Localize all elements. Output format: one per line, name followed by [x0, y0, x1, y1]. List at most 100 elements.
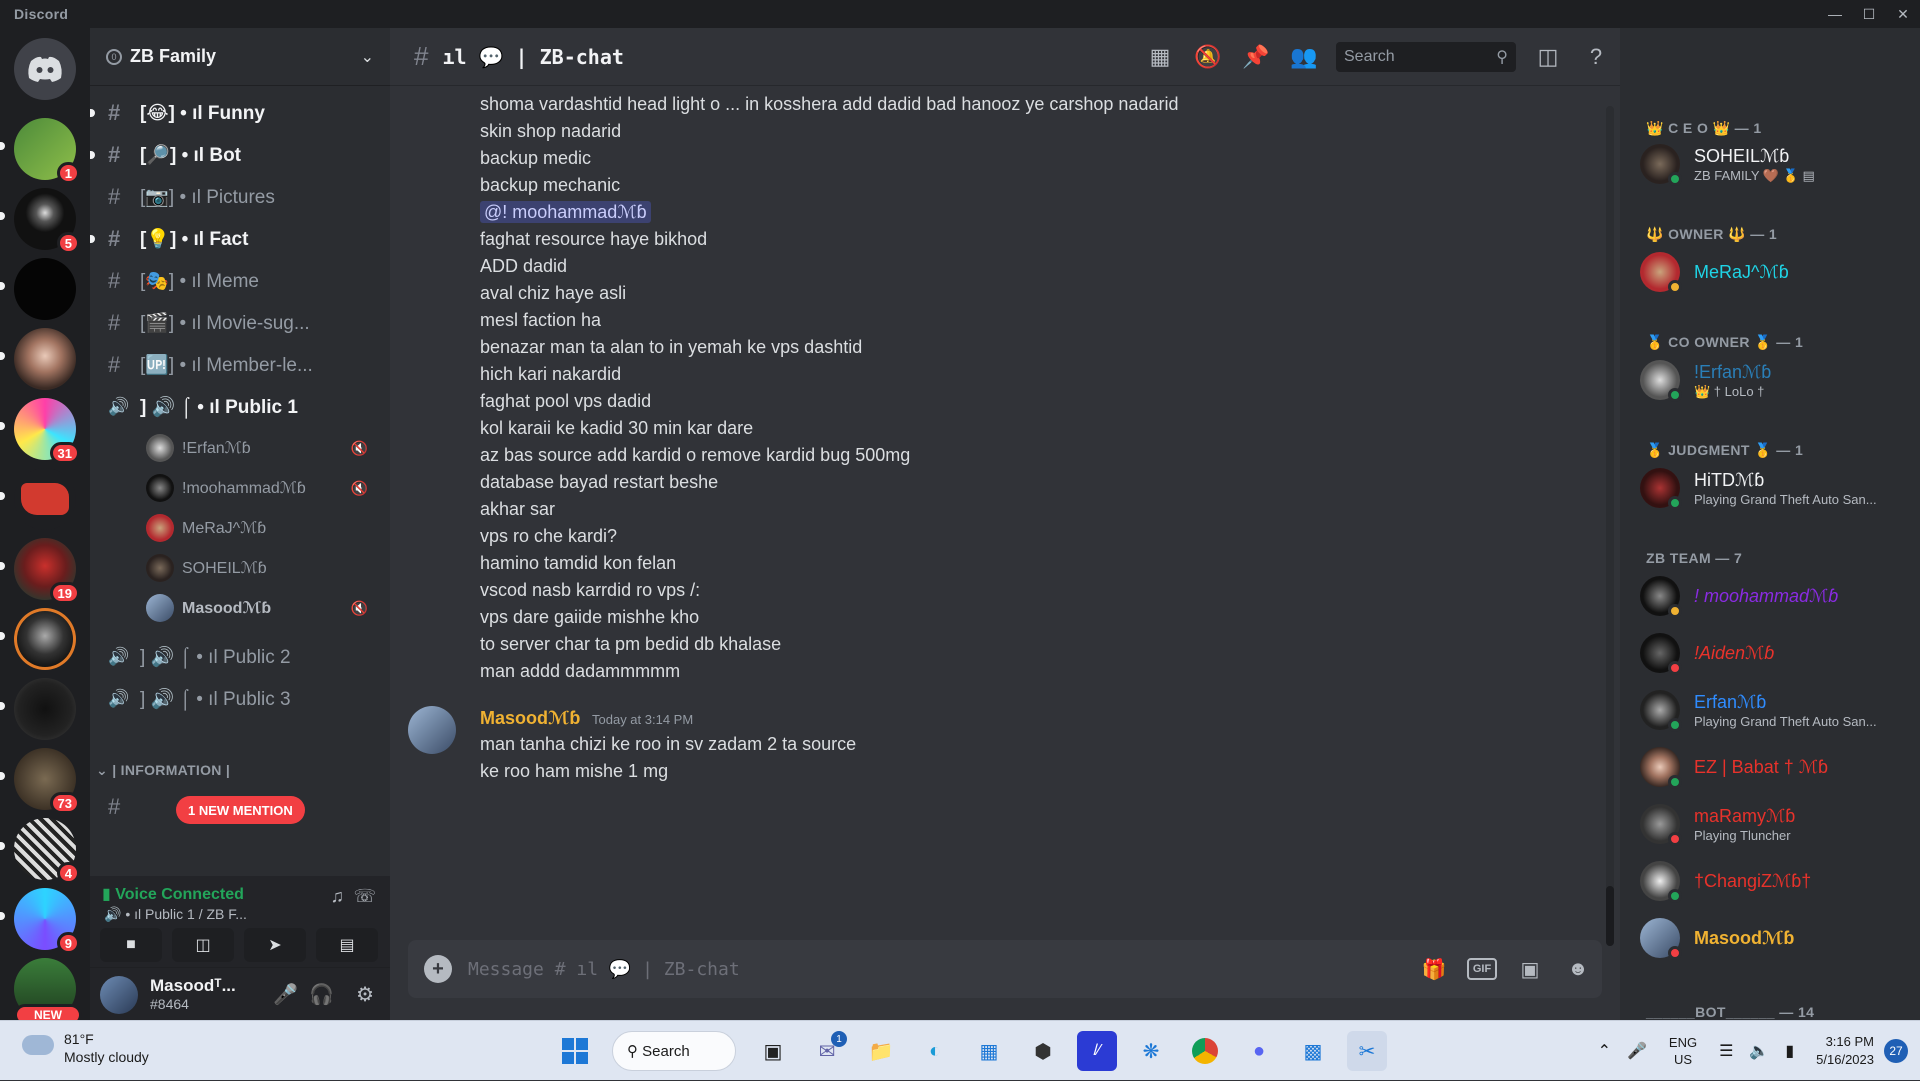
volume-icon[interactable]: 🔈 — [1749, 1041, 1769, 1061]
inbox-icon[interactable]: ◫ — [1524, 44, 1572, 70]
pin-icon[interactable]: 📌 — [1232, 44, 1280, 70]
close-icon[interactable]: ✕ — [1886, 0, 1920, 28]
task-view-icon[interactable]: ▣ — [753, 1031, 793, 1071]
member-item[interactable]: HiTDℳɓ Playing Grand Theft Auto San... — [1640, 464, 1920, 514]
voice-user[interactable]: MeRaJ^ℳɓ — [146, 510, 386, 546]
new-mention-pill[interactable]: 1 NEW MENTION — [176, 796, 305, 824]
member-item[interactable]: ! moohammadℳɓ — [1640, 572, 1920, 622]
server-icon[interactable]: 31 — [14, 398, 80, 464]
server-icon[interactable] — [14, 468, 76, 530]
channel-member-level[interactable]: # [🆙] • ıl Member-le... — [90, 346, 390, 384]
voice-channel-public-1[interactable]: 🔊] 🔊 ⌠ • ıl Public 1 — [90, 388, 390, 426]
language-indicator[interactable]: ENG US — [1669, 1034, 1697, 1068]
voice-channel-public-2[interactable]: 🔊] 🔊 ⌠ • ıl Public 2 — [90, 638, 390, 676]
search-input[interactable]: Search ⚲ — [1336, 42, 1516, 72]
mute-mic-icon[interactable]: 🎤 — [273, 982, 298, 1007]
wifi-icon[interactable]: ☰ — [1719, 1041, 1733, 1061]
headphones-icon[interactable]: 🎧 — [309, 982, 334, 1007]
server-icon[interactable]: 4 — [14, 818, 80, 884]
voice-channel-public-3[interactable]: 🔊] 🔊 ⌠ • ıl Public 3 — [90, 680, 390, 718]
category-information[interactable]: ⌄ | INFORMATION | — [96, 762, 230, 779]
camera-button[interactable]: ■ — [100, 928, 162, 962]
attach-plus-icon[interactable]: + — [424, 955, 452, 983]
member-item[interactable]: SOHEILℳɓ ZB FAMILY 🤎 🥇 ▤ — [1640, 140, 1920, 190]
sticker-icon[interactable]: ▣ — [1506, 957, 1554, 982]
server-icon[interactable] — [14, 608, 76, 670]
windows-start-icon[interactable] — [555, 1031, 595, 1071]
edge-browser-icon[interactable]: ◐ — [915, 1031, 955, 1071]
notification-bell-icon[interactable]: 🔕 — [1184, 44, 1232, 70]
member-item[interactable]: Masoodℳɓ — [1640, 914, 1920, 964]
server-icon[interactable] — [14, 678, 76, 740]
disconnect-icon[interactable]: ☏ — [353, 886, 376, 907]
server-icon[interactable]: NEW — [14, 958, 82, 1020]
home-button[interactable] — [14, 38, 76, 100]
soundboard-button[interactable]: ▤ — [316, 928, 378, 962]
member-item[interactable]: EZ | Babat † ℳɓ — [1640, 743, 1920, 793]
channel-funny[interactable]: # [😂] • ıl Funny — [90, 94, 390, 132]
server-icon[interactable] — [14, 258, 76, 320]
taskbar-search[interactable]: ⚲ Search — [612, 1031, 736, 1071]
server-icon[interactable]: 19 — [14, 538, 80, 604]
server-header[interactable]: 0 ZB Family ⌄ — [90, 28, 390, 86]
avatar[interactable] — [100, 976, 138, 1014]
game-app-icon[interactable]: ⬢ — [1023, 1031, 1063, 1071]
emoji-icon[interactable]: ☻ — [1554, 958, 1602, 981]
server-icon[interactable] — [14, 328, 76, 390]
server-icon[interactable]: 73 — [14, 748, 80, 814]
code-app-icon[interactable]: /∕ — [1077, 1031, 1117, 1071]
hash-icon: # — [414, 41, 429, 71]
activities-button[interactable]: ➤ — [244, 928, 306, 962]
microphone-icon[interactable]: 🎤 — [1627, 1041, 1647, 1061]
vpn-app-icon[interactable]: ❋ — [1131, 1031, 1171, 1071]
member-item[interactable]: !Aidenℳɓ — [1640, 629, 1920, 679]
clock[interactable]: 3:16 PM 5/16/2023 — [1816, 1033, 1874, 1069]
snipping-tool-icon[interactable]: ✂ — [1347, 1031, 1387, 1071]
member-name: ! moohammadℳɓ — [1694, 586, 1839, 606]
message-input[interactable]: Message # ıl 💬 | ZB-chat — [468, 959, 1410, 980]
chrome-icon[interactable] — [1185, 1031, 1225, 1071]
maximize-icon[interactable]: ☐ — [1852, 0, 1886, 28]
server-icon[interactable]: 9 — [14, 888, 80, 954]
server-icon[interactable]: 5 — [14, 188, 80, 254]
member-item[interactable]: !Erfanℳɓ 👑 † LoLo † — [1640, 356, 1920, 406]
voice-channel-info[interactable]: 🔊 • ıl Public 1 / ZB F... — [104, 906, 247, 923]
voice-user[interactable]: Masoodℳɓ 🔇 — [146, 590, 386, 626]
remote-desktop-icon[interactable]: ▩ — [1293, 1031, 1333, 1071]
member-item[interactable]: MeRaJ^ℳɓ — [1640, 248, 1920, 298]
notification-badge[interactable]: 27 — [1884, 1039, 1908, 1063]
message-author[interactable]: Masoodℳɓ — [480, 708, 580, 729]
battery-icon[interactable]: ▮ — [1785, 1041, 1794, 1061]
member-list-icon[interactable]: 👥 — [1280, 44, 1328, 70]
voice-user[interactable]: SOHEILℳɓ — [146, 550, 386, 586]
discord-taskbar-icon[interactable]: ● — [1239, 1031, 1279, 1071]
voice-user[interactable]: !Erfanℳɓ 🔇 — [146, 430, 386, 466]
member-item[interactable]: maRamyℳɓ Playing Tluncher — [1640, 800, 1920, 850]
store-icon[interactable]: ▦ — [969, 1031, 1009, 1071]
server-icon[interactable]: 1 — [14, 118, 80, 184]
noise-suppression-icon[interactable]: ♫ — [331, 886, 345, 907]
user-mention[interactable]: @! moohammadℳɓ — [480, 201, 651, 223]
chevron-up-icon[interactable]: ⌃ — [1598, 1041, 1611, 1061]
scrollbar[interactable] — [1606, 106, 1614, 946]
member-item[interactable]: †ChangiZℳɓ† — [1640, 857, 1920, 907]
threads-icon[interactable]: ▦ — [1136, 44, 1184, 70]
message-line: shoma vardashtid head light o ... in kos… — [480, 94, 1179, 114]
gif-button[interactable]: GIF — [1467, 958, 1497, 980]
member-item[interactable]: Erfanℳɓ Playing Grand Theft Auto San... — [1640, 686, 1920, 736]
channel-meme[interactable]: # [🎭] • ıl Meme — [90, 262, 390, 300]
screen-share-button[interactable]: ◫ — [172, 928, 234, 962]
scrollbar-thumb[interactable] — [1606, 886, 1614, 946]
file-explorer-icon[interactable]: 📁 — [861, 1031, 901, 1071]
gift-icon[interactable]: 🎁 — [1410, 957, 1458, 982]
channel-fact[interactable]: # [💡] • ıl Fact — [90, 220, 390, 258]
help-icon[interactable]: ? — [1572, 44, 1620, 70]
channel-pictures[interactable]: # [📷] • ıl Pictures — [90, 178, 390, 216]
channel-bot[interactable]: # [🔎] • ıl Bot — [90, 136, 390, 174]
channel-movie-suggestions[interactable]: # [🎬] • ıl Movie-sug... — [90, 304, 390, 342]
voice-user[interactable]: !moohammadℳɓ 🔇 — [146, 470, 386, 506]
message-avatar[interactable] — [408, 706, 456, 754]
gear-icon[interactable]: ⚙ — [356, 982, 374, 1007]
minimize-icon[interactable]: — — [1818, 0, 1852, 28]
teams-chat-icon[interactable]: ✉ 1 — [807, 1031, 847, 1071]
